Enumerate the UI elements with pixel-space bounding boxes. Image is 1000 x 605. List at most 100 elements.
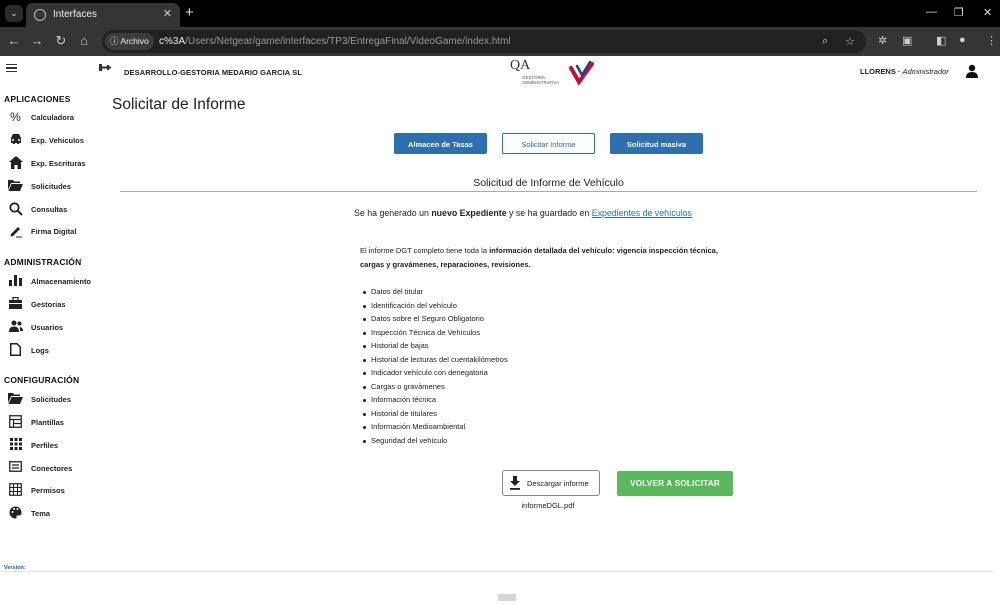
- forward-icon[interactable]: →: [29, 34, 45, 48]
- site-info-chip[interactable]: ⓘ Archivo: [105, 33, 154, 50]
- restore-icon[interactable]: ❐: [954, 6, 964, 19]
- expedientes-link[interactable]: Expedientes de vehículos: [592, 208, 692, 218]
- company-name: DESARROLLO-GESTORIA MEDARIO GARCIA SL: [124, 68, 303, 77]
- users-icon: [8, 320, 23, 335]
- menu-kebab-icon[interactable]: ⋮: [986, 34, 997, 47]
- success-message: Se ha generado un nuevo Expediente y se …: [354, 208, 692, 218]
- percent-icon: %: [10, 110, 21, 124]
- section-aplicaciones: APLICACIONES: [4, 94, 71, 104]
- sidebar: APLICACIONES % Calculadora Exp. Vehiculo…: [0, 90, 100, 570]
- logo-mark: QA: [510, 58, 531, 73]
- browser-tab[interactable]: Interfaces ✕: [26, 3, 180, 27]
- report-feature-list: Datos del titular Identificación del veh…: [360, 285, 660, 448]
- favicon-icon: [34, 9, 46, 21]
- sidebar-item-almacenamiento[interactable]: Almacenamiento: [8, 274, 100, 290]
- url-text[interactable]: c%3A/Users/Netgear/game/interfaces/TP3/E…: [159, 36, 511, 47]
- solicitud-masiva-button[interactable]: Solicitud masiva: [610, 133, 703, 154]
- sidebar-item-label: Firma Digital: [31, 227, 77, 236]
- list-item: Historial de titulares: [360, 407, 660, 421]
- folder-open-icon: [8, 392, 23, 407]
- page-title: Solicitar de Informe: [112, 96, 246, 113]
- home-icon[interactable]: ⌂: [76, 34, 92, 48]
- sidebar-item-label: Conectores: [31, 464, 73, 473]
- sidebar-item-label: Perfiles: [31, 441, 59, 450]
- sidebar-item-logs[interactable]: Logs: [8, 343, 100, 359]
- sidebar-item-gestorias[interactable]: Gestorias: [8, 296, 100, 313]
- list-item: Información técnica: [360, 393, 660, 407]
- car-icon: [8, 133, 23, 148]
- download-report-button[interactable]: Descargar informe: [502, 470, 600, 496]
- reload-icon[interactable]: ↻: [53, 34, 69, 48]
- sidebar-item-perfiles[interactable]: Perfiles: [8, 438, 100, 454]
- extension-icon[interactable]: ✲: [878, 34, 887, 47]
- list-item: Datos sobre el Seguro Obligatorio: [360, 312, 660, 326]
- address-bar[interactable]: ⓘ Archivo c%3A/Users/Netgear/game/interf…: [102, 30, 866, 53]
- gestoria-logo: QA GESTORIA ADMINISTRATIVA: [508, 58, 596, 88]
- download-label: Descargar informe: [527, 479, 589, 488]
- profile-avatar-icon[interactable]: ●: [959, 34, 966, 46]
- briefcase-icon: [8, 296, 23, 312]
- sidebar-item-exp-vehiculos[interactable]: Exp. Vehiculos: [8, 133, 100, 149]
- sidebar-item-label: Plantillas: [31, 418, 64, 427]
- almacen-tasas-button[interactable]: Almacen de Tasas: [394, 133, 487, 154]
- download-icon: [510, 476, 520, 490]
- list-item: Seguridad del vehículo: [360, 434, 660, 448]
- new-tab-icon[interactable]: +: [185, 4, 194, 21]
- list-item: Inspección Técnica de Vehículos: [360, 326, 660, 340]
- search-icon: [8, 202, 23, 217]
- sidebar-item-label: Gestorias: [31, 300, 66, 309]
- signature-icon: [8, 224, 23, 239]
- sidebar-item-consultas[interactable]: Consultas: [8, 202, 100, 218]
- sidebar-item-label: Solicitudes: [31, 182, 72, 191]
- section-administracion: ADMINISTRACIÓN: [4, 257, 82, 267]
- list-item: Cargas o gravámenes: [360, 380, 660, 394]
- sidebar-item-conectores[interactable]: Conectores: [8, 461, 100, 477]
- sidebar-item-plantillas[interactable]: Plantillas: [8, 415, 100, 431]
- sidebar-item-config-solicitudes[interactable]: Solicitudes: [8, 392, 100, 408]
- puzzle-icon[interactable]: ▣: [902, 34, 912, 47]
- file-name: informeDGL.pdf: [521, 501, 575, 510]
- tab-search-icon[interactable]: ⌄: [5, 5, 23, 22]
- sidebar-item-label: Permisos: [31, 486, 65, 495]
- logo-check-icon: [569, 60, 594, 86]
- zoom-icon[interactable]: ⌕: [822, 35, 828, 48]
- side-panel-icon[interactable]: ◧: [936, 34, 946, 47]
- list-item: Indicador vehículo con denegatoria: [360, 366, 660, 380]
- sidebar-item-calculadora[interactable]: % Calculadora: [8, 110, 100, 126]
- bookmark-star-icon[interactable]: ☆: [845, 35, 855, 48]
- section-divider: [120, 191, 977, 192]
- solicitar-informe-button[interactable]: Solicitar Informe: [502, 133, 595, 154]
- list-item: Identificación del vehículo: [360, 299, 660, 313]
- sidebar-item-exp-escrituras[interactable]: Exp. Escrituras: [8, 156, 100, 172]
- sidebar-item-usuarios[interactable]: Usuarios: [8, 320, 100, 336]
- table-icon: [8, 483, 23, 498]
- list-item: Historial de bajas: [360, 339, 660, 353]
- home-icon: [8, 156, 23, 171]
- grid-icon: [8, 438, 23, 453]
- close-window-icon[interactable]: ✕: [983, 6, 992, 19]
- volver-a-solicitar-button[interactable]: VOLVER A SOLICITAR: [617, 471, 733, 496]
- template-icon: [8, 415, 23, 430]
- sidebar-item-permisos[interactable]: Permisos: [8, 483, 100, 499]
- hamburger-menu-icon[interactable]: [6, 64, 17, 72]
- user-account-icon[interactable]: [965, 64, 979, 78]
- app-root: DESARROLLO-GESTORIA MEDARIO GARCIA SL QA…: [0, 56, 1000, 605]
- back-icon[interactable]: ←: [6, 34, 22, 48]
- sidebar-item-firma-digital[interactable]: Firma Digital: [8, 224, 100, 240]
- list-item: Historial de lecturas del cuentakilómetr…: [360, 353, 660, 367]
- palette-icon: [8, 506, 23, 521]
- section-configuracion: CONFIGURACIÓN: [4, 375, 80, 385]
- sidebar-item-label: Consultas: [31, 205, 68, 214]
- minimize-icon[interactable]: —: [926, 6, 937, 18]
- app-header: DESARROLLO-GESTORIA MEDARIO GARCIA SL QA…: [0, 56, 993, 90]
- report-intro: El informe DGT completo tiene toda la in…: [360, 246, 718, 269]
- horizontal-scrollbar[interactable]: [498, 594, 516, 601]
- sidebar-item-label: Almacenamiento: [31, 277, 92, 286]
- close-tab-icon[interactable]: ✕: [163, 7, 172, 20]
- sidebar-item-label: Solicitudes: [31, 395, 72, 404]
- sidebar-item-label: Usuarios: [31, 323, 64, 332]
- sidebar-item-solicitudes[interactable]: Solicitudes: [8, 179, 100, 195]
- sidebar-item-tema[interactable]: Tema: [8, 506, 100, 522]
- sidebar-item-label: Exp. Escrituras: [31, 159, 86, 168]
- company-switch-icon[interactable]: [98, 63, 112, 73]
